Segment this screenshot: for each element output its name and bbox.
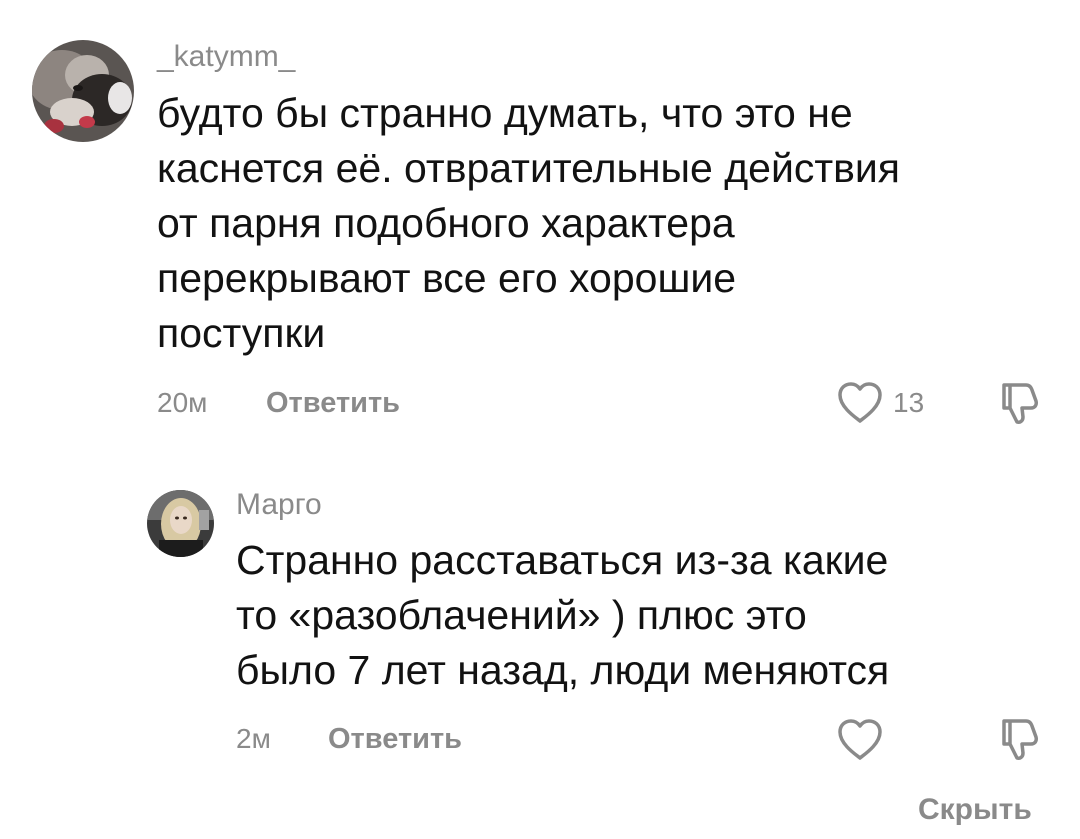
like-count: 13 xyxy=(893,387,925,418)
reply-button[interactable]: Ответить xyxy=(328,725,462,754)
heart-icon[interactable] xyxy=(836,381,884,425)
dislike-icon[interactable] xyxy=(996,717,1042,763)
comment-line: перекрывают все его хорошие xyxy=(157,255,737,301)
comment-line: от парня подобного характера xyxy=(157,200,735,246)
comment-timestamp: 20м xyxy=(157,387,208,418)
comment-timestamp: 2м xyxy=(236,723,271,754)
hide-replies-button[interactable]: Скрыть xyxy=(918,795,1032,825)
avatar[interactable] xyxy=(147,490,214,557)
avatar[interactable] xyxy=(32,40,134,142)
comment-line: поступки xyxy=(157,310,326,356)
comment-line: то «разоблачений» ) плюс это xyxy=(236,592,807,638)
heart-icon[interactable] xyxy=(836,718,884,762)
comment-text: будто бы странно думать, что это не касн… xyxy=(157,86,900,361)
comment-line: было 7 лет назад, люди меняются xyxy=(236,647,890,693)
comment-username[interactable]: _katymm_ xyxy=(157,42,295,72)
dislike-icon[interactable] xyxy=(996,381,1042,427)
reply-button[interactable]: Ответить xyxy=(266,389,400,418)
comment-line: Странно расставаться из-за какие xyxy=(236,537,889,583)
comment-username[interactable]: Марго xyxy=(236,490,322,520)
comment-line: каснется её. отвратительные действия xyxy=(157,145,901,191)
comment-line: будто бы странно думать, что это не xyxy=(157,90,853,136)
comment-text: Странно расставаться из-за какие то «раз… xyxy=(236,533,889,698)
